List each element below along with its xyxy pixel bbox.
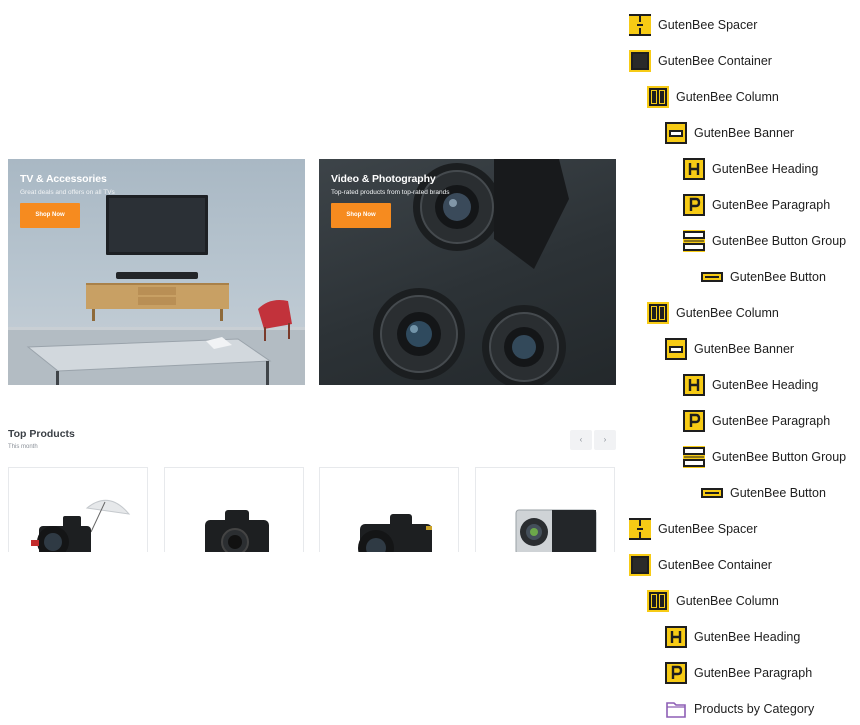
block-item-banner[interactable]: GutenBee Banner xyxy=(664,115,794,151)
block-item-label: GutenBee Button Group xyxy=(712,450,847,464)
product-card[interactable] xyxy=(164,467,304,552)
block-item-label: GutenBee Banner xyxy=(694,342,795,356)
products-carousel xyxy=(8,467,616,552)
container-icon xyxy=(629,50,651,72)
banner-video-photography[interactable]: Video & Photography Top-rated products f… xyxy=(319,159,616,385)
products-title: Top Products xyxy=(8,428,75,440)
top-products-header: Top Products This month ‹ › xyxy=(8,428,616,458)
block-item-label: GutenBee Container xyxy=(658,558,772,572)
block-item-paragraph[interactable]: GutenBee Paragraph xyxy=(664,655,812,691)
paragraph-icon xyxy=(683,194,705,216)
banner-paragraph: Top-rated products from top-rated brands xyxy=(331,189,450,196)
banner-heading: Video & Photography xyxy=(331,173,436,185)
block-item-label: GutenBee Container xyxy=(658,54,772,68)
products-subtitle: This month xyxy=(8,444,38,450)
banner-icon xyxy=(665,122,687,144)
block-item-column[interactable]: GutenBee Column xyxy=(646,295,779,331)
camera-with-lens-image xyxy=(358,514,432,552)
paragraph-icon xyxy=(665,662,687,684)
block-item-button-group[interactable]: GutenBee Button Group xyxy=(682,439,846,475)
column-icon xyxy=(647,590,669,612)
block-item-paragraph[interactable]: GutenBee Paragraph xyxy=(682,187,830,223)
product-card[interactable] xyxy=(475,467,615,552)
block-item-label: GutenBee Spacer xyxy=(658,18,758,32)
block-item-container[interactable]: GutenBee Container xyxy=(628,43,772,79)
heading-icon xyxy=(683,158,705,180)
heading-icon xyxy=(665,626,687,648)
block-navigation-list: GutenBee Spacer GutenBee Container Guten… xyxy=(620,0,860,725)
block-item-button[interactable]: GutenBee Button xyxy=(700,259,826,295)
banner-content: TV & Accessories Great deals and offers … xyxy=(20,172,115,228)
block-item-label: GutenBee Button Group xyxy=(712,234,847,248)
button-icon xyxy=(701,272,723,282)
button-group-icon xyxy=(683,446,705,468)
folder-icon xyxy=(666,702,686,718)
next-arrow-icon[interactable]: › xyxy=(594,430,616,450)
block-item-label: GutenBee Heading xyxy=(694,630,801,644)
block-item-heading[interactable]: GutenBee Heading xyxy=(682,367,818,403)
block-item-heading[interactable]: GutenBee Heading xyxy=(664,619,800,655)
block-item-label: GutenBee Heading xyxy=(712,162,819,176)
shop-now-button[interactable]: Shop Now xyxy=(20,203,80,228)
block-item-label: GutenBee Spacer xyxy=(658,522,758,536)
block-item-column[interactable]: GutenBee Column xyxy=(646,79,779,115)
block-item-label: Products by Category xyxy=(694,702,815,716)
block-item-label: GutenBee Column xyxy=(676,90,779,104)
spacer-icon xyxy=(629,14,651,36)
banner-icon xyxy=(665,338,687,360)
container-icon xyxy=(629,554,651,576)
banner-heading: TV & Accessories xyxy=(20,173,107,185)
shop-now-button[interactable]: Shop Now xyxy=(331,203,391,228)
block-item-button[interactable]: GutenBee Button xyxy=(700,475,826,511)
camera-body-image xyxy=(205,510,269,552)
block-item-label: GutenBee Button xyxy=(730,270,826,284)
product-card[interactable] xyxy=(319,467,459,552)
banner-content: Video & Photography Top-rated products f… xyxy=(331,172,450,228)
button-icon xyxy=(701,488,723,498)
block-item-button-group[interactable]: GutenBee Button Group xyxy=(682,223,846,259)
product-card[interactable] xyxy=(8,467,148,552)
paragraph-icon xyxy=(683,410,705,432)
editor-page: TV & Accessories Great deals and offers … xyxy=(0,0,860,725)
block-item-label: GutenBee Column xyxy=(676,306,779,320)
block-item-label: GutenBee Paragraph xyxy=(712,414,831,428)
heading-icon xyxy=(683,374,705,396)
block-item-label: GutenBee Banner xyxy=(694,126,795,140)
block-item-products-by-category[interactable]: Products by Category xyxy=(664,691,814,725)
block-item-label: GutenBee Paragraph xyxy=(712,198,831,212)
carousel-nav: ‹ › xyxy=(570,430,616,450)
column-icon xyxy=(647,302,669,324)
block-item-column[interactable]: GutenBee Column xyxy=(646,583,779,619)
content-preview: TV & Accessories Great deals and offers … xyxy=(0,0,620,725)
block-item-label: GutenBee Heading xyxy=(712,378,819,392)
spacer-icon xyxy=(629,518,651,540)
block-item-spacer[interactable]: GutenBee Spacer xyxy=(628,511,757,547)
block-item-banner[interactable]: GutenBee Banner xyxy=(664,331,794,367)
column-icon xyxy=(647,86,669,108)
action-camera-image xyxy=(515,509,597,552)
block-item-heading[interactable]: GutenBee Heading xyxy=(682,151,818,187)
block-item-container[interactable]: GutenBee Container xyxy=(628,547,772,583)
button-group-icon xyxy=(683,230,705,252)
prev-arrow-icon[interactable]: ‹ xyxy=(570,430,592,450)
block-item-label: GutenBee Paragraph xyxy=(694,666,813,680)
banner-paragraph: Great deals and offers on all TVs xyxy=(20,189,115,196)
camera-with-umbrella-image xyxy=(31,499,131,552)
block-item-label: GutenBee Button xyxy=(730,486,826,500)
block-item-label: GutenBee Column xyxy=(676,594,779,608)
block-item-paragraph[interactable]: GutenBee Paragraph xyxy=(682,403,830,439)
banner-tv-accessories[interactable]: TV & Accessories Great deals and offers … xyxy=(8,159,305,385)
block-item-spacer[interactable]: GutenBee Spacer xyxy=(628,7,757,43)
